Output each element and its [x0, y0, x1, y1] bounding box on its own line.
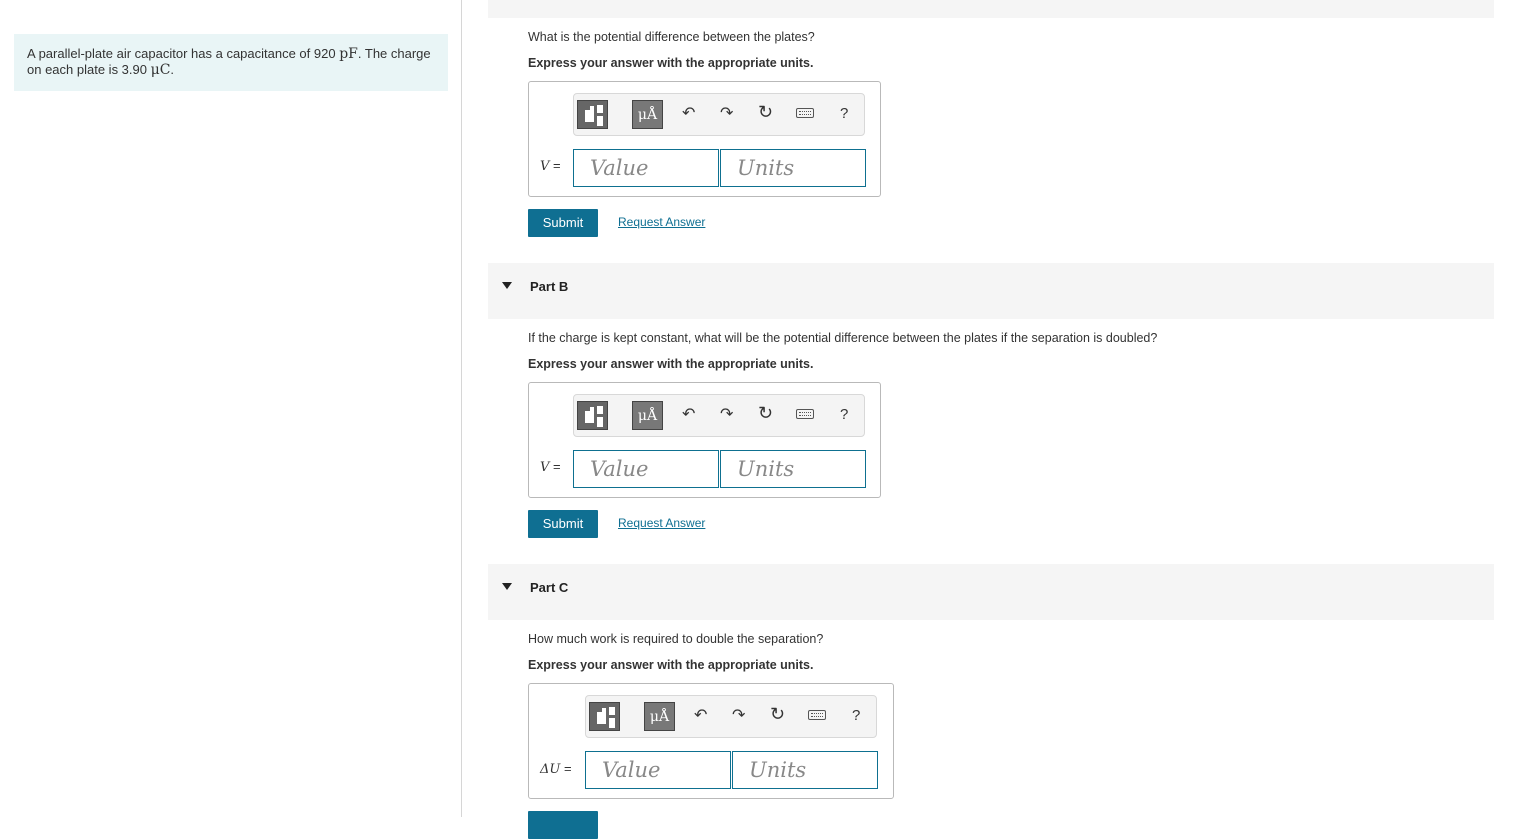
templates-button[interactable] [577, 100, 608, 129]
part-c-answer-box: μÅ ↶ ↷ ↻ ? ΔU = Value Units [528, 683, 894, 799]
templates-button[interactable] [589, 702, 620, 731]
part-c-instruction: Express your answer with the appropriate… [528, 658, 814, 672]
units-input[interactable]: Units [720, 450, 866, 488]
units-button[interactable]: μÅ [632, 100, 663, 129]
variable-label: ΔU = [540, 761, 572, 777]
capacitance-unit: pF [339, 46, 358, 62]
part-b-header[interactable]: Part B [488, 263, 1494, 319]
value-input[interactable]: Value [585, 751, 731, 789]
value-input[interactable]: Value [573, 149, 719, 187]
part-b-submit-button[interactable]: Submit [528, 510, 598, 538]
part-c-question: How much work is required to double the … [528, 632, 824, 646]
value-input[interactable]: Value [573, 450, 719, 488]
part-b-request-answer-link[interactable]: Request Answer [618, 516, 705, 530]
part-b-answer-box: μÅ ↶ ↷ ↻ ? V = Value Units [528, 382, 881, 498]
units-button[interactable]: μÅ [632, 401, 663, 430]
collapse-caret-icon[interactable] [502, 282, 512, 289]
template-icon [585, 110, 594, 122]
problem-text-1: A parallel-plate air capacitor has a cap… [27, 46, 340, 61]
reset-icon[interactable]: ↻ [770, 704, 785, 724]
help-button[interactable]: ? [840, 405, 848, 425]
part-a-question: What is the potential difference between… [528, 30, 815, 44]
collapse-caret-icon[interactable] [502, 583, 512, 590]
variable-label: V = [540, 459, 561, 475]
problem-statement: A parallel-plate air capacitor has a cap… [14, 34, 448, 91]
redo-icon[interactable]: ↷ [720, 405, 733, 425]
part-b-question: If the charge is kept constant, what wil… [528, 331, 1158, 345]
keyboard-icon[interactable] [796, 409, 814, 419]
help-button[interactable]: ? [840, 104, 848, 124]
undo-icon[interactable]: ↶ [682, 104, 695, 124]
template-icon [597, 712, 606, 724]
part-c-title: Part C [530, 580, 569, 595]
part-b-title: Part B [530, 279, 569, 294]
reset-icon[interactable]: ↻ [758, 403, 773, 423]
redo-icon[interactable]: ↷ [732, 706, 745, 726]
math-toolbar: μÅ ↶ ↷ ↻ ? [585, 695, 877, 738]
part-a-answer-box: μÅ ↶ ↷ ↻ ? V = Value Units [528, 81, 881, 197]
units-button[interactable]: μÅ [644, 702, 675, 731]
template-icon [585, 411, 594, 423]
units-input[interactable]: Units [732, 751, 878, 789]
reset-icon[interactable]: ↻ [758, 102, 773, 122]
part-b-instruction: Express your answer with the appropriate… [528, 357, 814, 371]
part-c-header[interactable]: Part C [488, 564, 1494, 620]
undo-icon[interactable]: ↶ [682, 405, 695, 425]
part-a-request-answer-link[interactable]: Request Answer [618, 215, 705, 229]
part-c-submit-button[interactable] [528, 811, 598, 839]
keyboard-icon[interactable] [808, 710, 826, 720]
templates-button[interactable] [577, 401, 608, 430]
variable-label: V = [540, 158, 561, 174]
undo-icon[interactable]: ↶ [694, 706, 707, 726]
problem-text-3: . [170, 62, 175, 77]
part-a-submit-button[interactable]: Submit [528, 209, 598, 237]
part-a-instruction: Express your answer with the appropriate… [528, 56, 814, 70]
charge-unit: μC [150, 62, 171, 78]
help-button[interactable]: ? [852, 706, 860, 726]
column-divider [461, 0, 462, 817]
redo-icon[interactable]: ↷ [720, 104, 733, 124]
math-toolbar: μÅ ↶ ↷ ↻ ? [573, 394, 865, 437]
math-toolbar: μÅ ↶ ↷ ↻ ? [573, 93, 865, 136]
keyboard-icon[interactable] [796, 108, 814, 118]
units-input[interactable]: Units [720, 149, 866, 187]
part-a-header-remnant [488, 0, 1494, 18]
